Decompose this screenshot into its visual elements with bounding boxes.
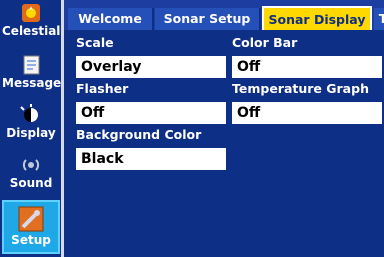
tab-sonar-display[interactable]: Sonar Display	[262, 6, 372, 30]
sidebar: Celestial Message Display Sound Setup	[0, 0, 64, 257]
sidebar-item-celestial[interactable]: Celestial	[2, 2, 60, 52]
scale-label: Scale	[76, 35, 114, 50]
background-color-label: Background Color	[76, 127, 202, 142]
tab-t[interactable]: T	[374, 8, 384, 30]
sound-icon	[18, 154, 44, 176]
settings-panel: Scale Overlay Color Bar Off Flasher Off …	[72, 30, 384, 257]
sidebar-item-label: Message	[2, 76, 62, 90]
setup-icon	[17, 205, 45, 233]
flasher-label: Flasher	[76, 81, 129, 96]
flasher-field[interactable]: Off	[76, 102, 226, 124]
scale-field[interactable]: Overlay	[76, 56, 226, 78]
tab-welcome[interactable]: Welcome	[68, 8, 154, 30]
sidebar-item-label: Sound	[9, 176, 53, 190]
tab-sonar-setup[interactable]: Sonar Setup	[155, 8, 261, 30]
celestial-icon	[18, 2, 44, 24]
temperature-graph-field[interactable]: Off	[232, 102, 382, 124]
sidebar-item-message[interactable]: Message	[2, 54, 62, 100]
sidebar-item-display[interactable]: Display	[2, 104, 60, 150]
color-bar-label: Color Bar	[232, 35, 298, 50]
message-icon	[18, 54, 44, 76]
sidebar-item-setup[interactable]: Setup	[2, 200, 60, 254]
sidebar-item-label: Setup	[11, 233, 51, 247]
tab-bar: Welcome Sonar Setup Sonar Display T	[64, 0, 384, 30]
background-color-field[interactable]: Black	[76, 148, 226, 170]
color-bar-field[interactable]: Off	[232, 56, 382, 78]
display-icon	[18, 104, 44, 126]
temperature-graph-label: Temperature Graph	[232, 81, 369, 96]
sidebar-item-sound[interactable]: Sound	[2, 154, 60, 198]
sidebar-item-label: Celestial	[2, 24, 61, 38]
sidebar-item-label: Display	[6, 126, 56, 140]
